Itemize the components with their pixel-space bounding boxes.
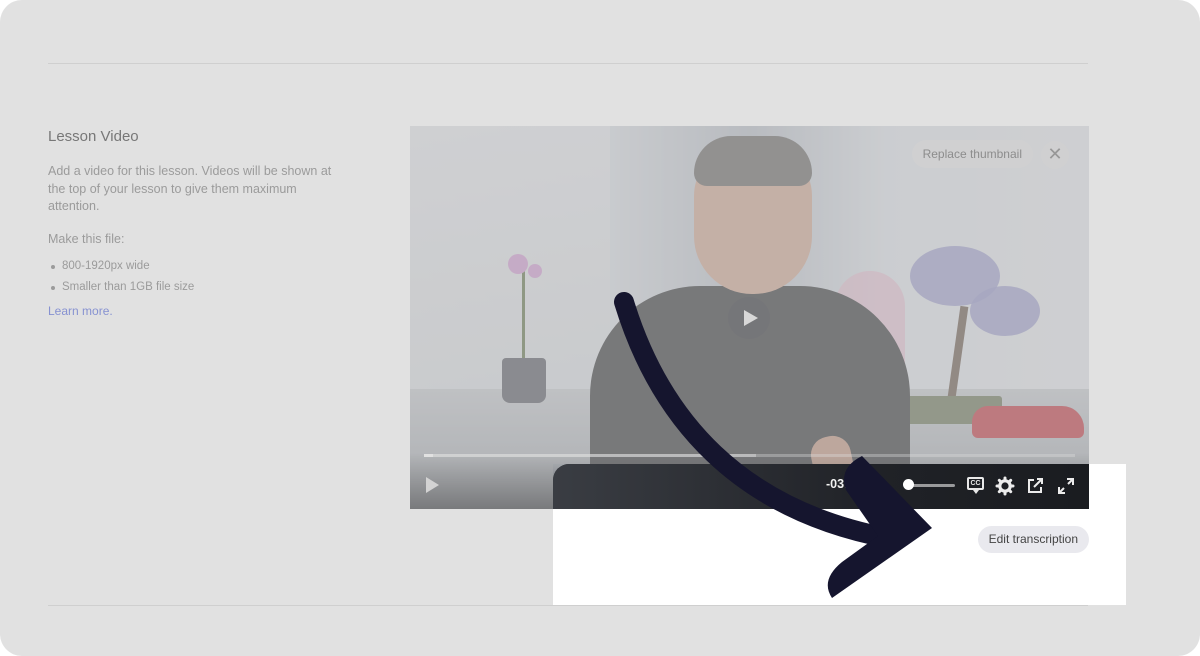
page-frame: Lesson Video Add a video for this lesson…: [0, 0, 1200, 656]
cc-label: CC: [967, 477, 984, 490]
fullscreen-icon[interactable]: [1056, 476, 1076, 496]
edit-transcription-button[interactable]: Edit transcription: [977, 526, 1089, 553]
dim-overlay-bottom: [553, 605, 1126, 656]
dim-overlay-right: [1126, 464, 1200, 656]
dim-overlay-top: [0, 0, 1200, 464]
open-external-icon[interactable]: [1025, 476, 1045, 496]
highlighted-controls-panel: -03:1 CC Edit transcription: [553, 464, 1126, 605]
gear-icon[interactable]: [995, 476, 1015, 496]
video-control-bar: -03:1 CC: [553, 464, 1089, 509]
time-remaining: -03:1: [826, 477, 856, 491]
dim-overlay-left: [0, 464, 553, 656]
volume-slider[interactable]: [907, 484, 955, 487]
volume-knob[interactable]: [903, 479, 914, 490]
cc-tail: [973, 490, 979, 494]
closed-captions-icon[interactable]: CC: [966, 476, 986, 496]
